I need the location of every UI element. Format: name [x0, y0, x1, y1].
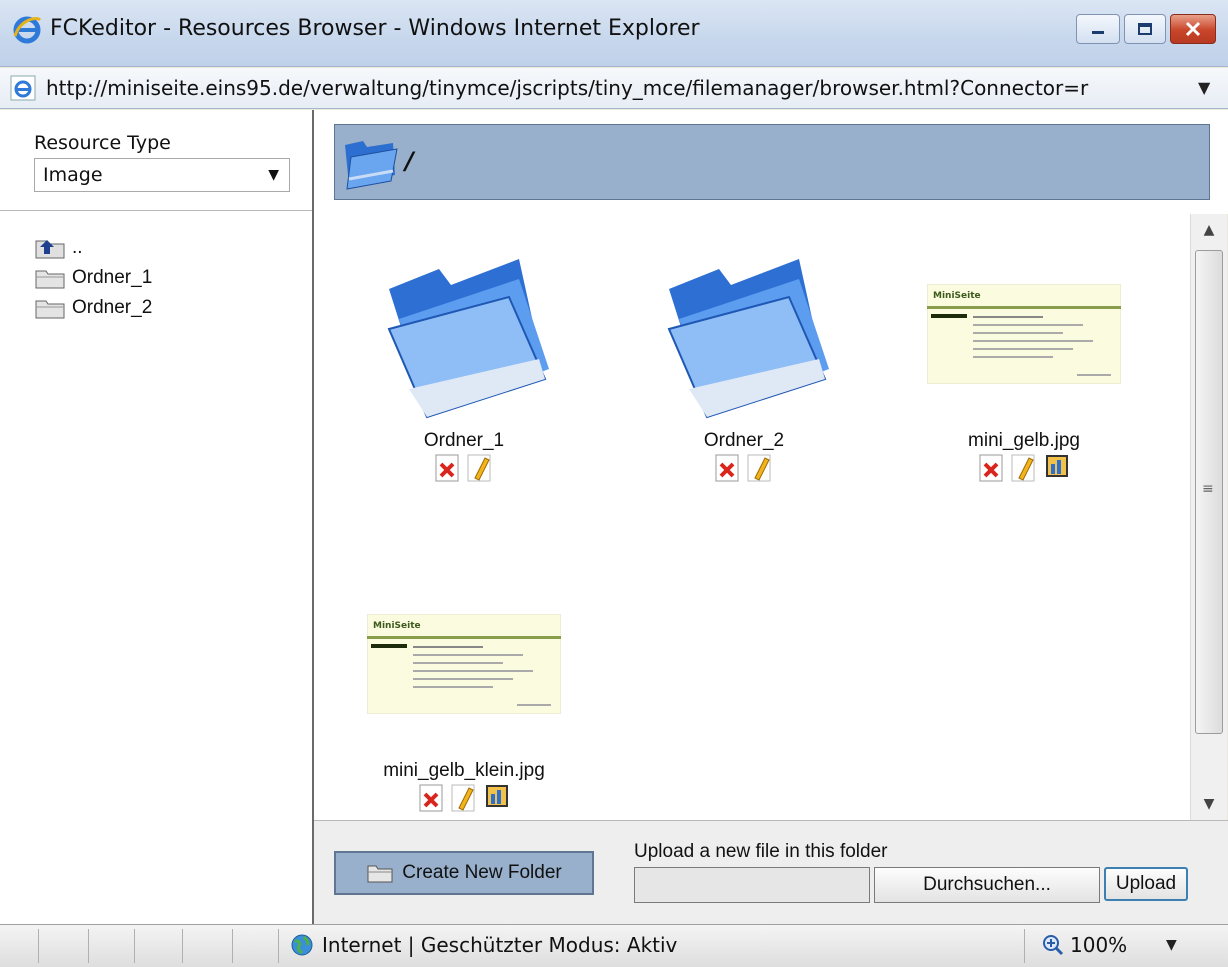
open-folder-icon — [345, 141, 398, 190]
tree-item-parent[interactable]: .. — [34, 234, 83, 262]
file-item-ordner-1[interactable]: Ordner_1 — [334, 244, 594, 482]
scroll-up-icon[interactable]: ▲ — [1191, 214, 1227, 246]
ie-page-icon — [10, 75, 36, 101]
delete-icon[interactable] — [419, 784, 445, 812]
file-item-mini-gelb[interactable]: MiniSeite mini_gelb.jpg — [894, 244, 1154, 482]
path-bar: / — [334, 124, 1210, 200]
folder-up-icon — [35, 240, 65, 259]
rename-icon[interactable] — [451, 784, 477, 812]
status-divider — [88, 929, 89, 963]
delete-icon[interactable] — [979, 454, 1005, 482]
status-divider — [278, 929, 279, 963]
status-divider — [232, 929, 233, 963]
browse-button[interactable]: Durchsuchen... — [874, 867, 1100, 903]
resize-icon[interactable] — [483, 784, 509, 812]
resize-icon[interactable] — [1043, 454, 1069, 482]
large-folder-icon — [667, 259, 829, 419]
zoom-control[interactable]: 100% — [1042, 933, 1127, 957]
upload-file-field[interactable] — [634, 867, 870, 903]
folder-thumbnail[interactable] — [334, 244, 594, 424]
security-zone-label: Internet | Geschützter Modus: Aktiv — [322, 933, 678, 957]
current-path: / — [405, 147, 414, 175]
status-divider — [38, 929, 39, 963]
security-zone[interactable]: Internet | Geschützter Modus: Aktiv — [290, 933, 677, 957]
file-name: mini_gelb.jpg — [968, 430, 1080, 451]
rename-icon[interactable] — [1011, 454, 1037, 482]
tree-item-ordner-1[interactable]: Ordner_1 — [34, 264, 152, 292]
globe-icon — [291, 934, 313, 956]
image-thumbnail[interactable]: MiniSeite — [894, 244, 1154, 424]
left-panel: Resource Type Image ▼ .. Ordner_1 Ordner… — [0, 110, 314, 924]
tree-item-ordner-2[interactable]: Ordner_2 — [34, 294, 152, 322]
chevron-down-icon: ▼ — [268, 167, 279, 183]
delete-icon[interactable] — [435, 454, 461, 482]
minimize-icon — [1092, 31, 1104, 34]
path-header: / — [314, 110, 1228, 214]
maximize-icon — [1138, 23, 1152, 35]
folder-icon — [35, 300, 65, 319]
grip-icon: ≡ — [1202, 481, 1214, 497]
large-folder-icon — [387, 259, 549, 419]
image-preview: MiniSeite — [927, 284, 1121, 384]
thumbnail-site-title: MiniSeite — [373, 621, 421, 631]
resource-type-value: Image — [43, 164, 103, 186]
tree-item-label: Ordner_2 — [72, 297, 153, 318]
title-bar: FCKeditor - Resources Browser - Windows … — [0, 0, 1228, 67]
ie-logo-icon — [13, 16, 42, 44]
folder-icon — [367, 865, 393, 883]
delete-icon[interactable] — [715, 454, 741, 482]
maximize-button[interactable] — [1124, 14, 1166, 44]
resource-type-label: Resource Type — [34, 132, 171, 154]
status-divider — [134, 929, 135, 963]
address-bar[interactable]: http://miniseite.eins95.de/verwaltung/ti… — [0, 68, 1228, 109]
resource-type-select[interactable]: Image ▼ — [34, 158, 290, 192]
close-button[interactable] — [1170, 14, 1216, 44]
minimize-button[interactable] — [1076, 14, 1120, 44]
tree-item-label: .. — [72, 237, 83, 258]
rename-icon[interactable] — [747, 454, 773, 482]
create-folder-button[interactable]: Create New Folder — [334, 851, 594, 895]
file-name: mini_gelb_klein.jpg — [383, 760, 545, 781]
scroll-down-icon[interactable]: ▼ — [1191, 788, 1227, 820]
vertical-scrollbar[interactable]: ▲ ≡ ▼ — [1190, 214, 1227, 820]
file-name: Ordner_2 — [703, 430, 785, 451]
folder-icon — [35, 270, 65, 289]
file-list: Ordner_1 Ordner_2 MiniSeite mini_gelb.jp… — [314, 214, 1190, 820]
action-bar: Create New Folder Upload a new file in t… — [314, 820, 1228, 925]
file-item-ordner-2[interactable]: Ordner_2 — [614, 244, 874, 482]
image-thumbnail[interactable]: MiniSeite — [334, 574, 594, 754]
address-dropdown-icon[interactable]: ▼ — [1198, 78, 1210, 97]
tree-item-label: Ordner_1 — [72, 267, 153, 288]
upload-button[interactable]: Upload — [1104, 867, 1188, 901]
rename-icon[interactable] — [467, 454, 493, 482]
address-url[interactable]: http://miniseite.eins95.de/verwaltung/ti… — [46, 76, 1186, 100]
zoom-level: 100% — [1070, 933, 1128, 957]
status-divider — [1024, 929, 1025, 963]
file-item-mini-gelb-klein[interactable]: MiniSeite mini_gelb_klein.jpg — [334, 574, 594, 812]
zoom-dropdown-icon[interactable]: ▼ — [1166, 937, 1177, 953]
zoom-icon — [1043, 935, 1064, 956]
status-bar: Internet | Geschützter Modus: Aktiv 100%… — [0, 924, 1228, 967]
file-name: Ordner_1 — [423, 430, 505, 451]
window-title: FCKeditor - Resources Browser - Windows … — [50, 16, 700, 41]
close-icon — [1185, 21, 1201, 37]
create-folder-label: Create New Folder — [402, 862, 562, 883]
folder-thumbnail[interactable] — [614, 244, 874, 424]
resource-type-section: Resource Type Image ▼ — [0, 110, 312, 211]
status-divider — [182, 929, 183, 963]
image-preview: MiniSeite — [367, 614, 561, 714]
upload-label: Upload a new file in this folder — [634, 841, 888, 862]
thumbnail-site-title: MiniSeite — [933, 291, 981, 301]
scroll-thumb[interactable]: ≡ — [1195, 250, 1223, 734]
